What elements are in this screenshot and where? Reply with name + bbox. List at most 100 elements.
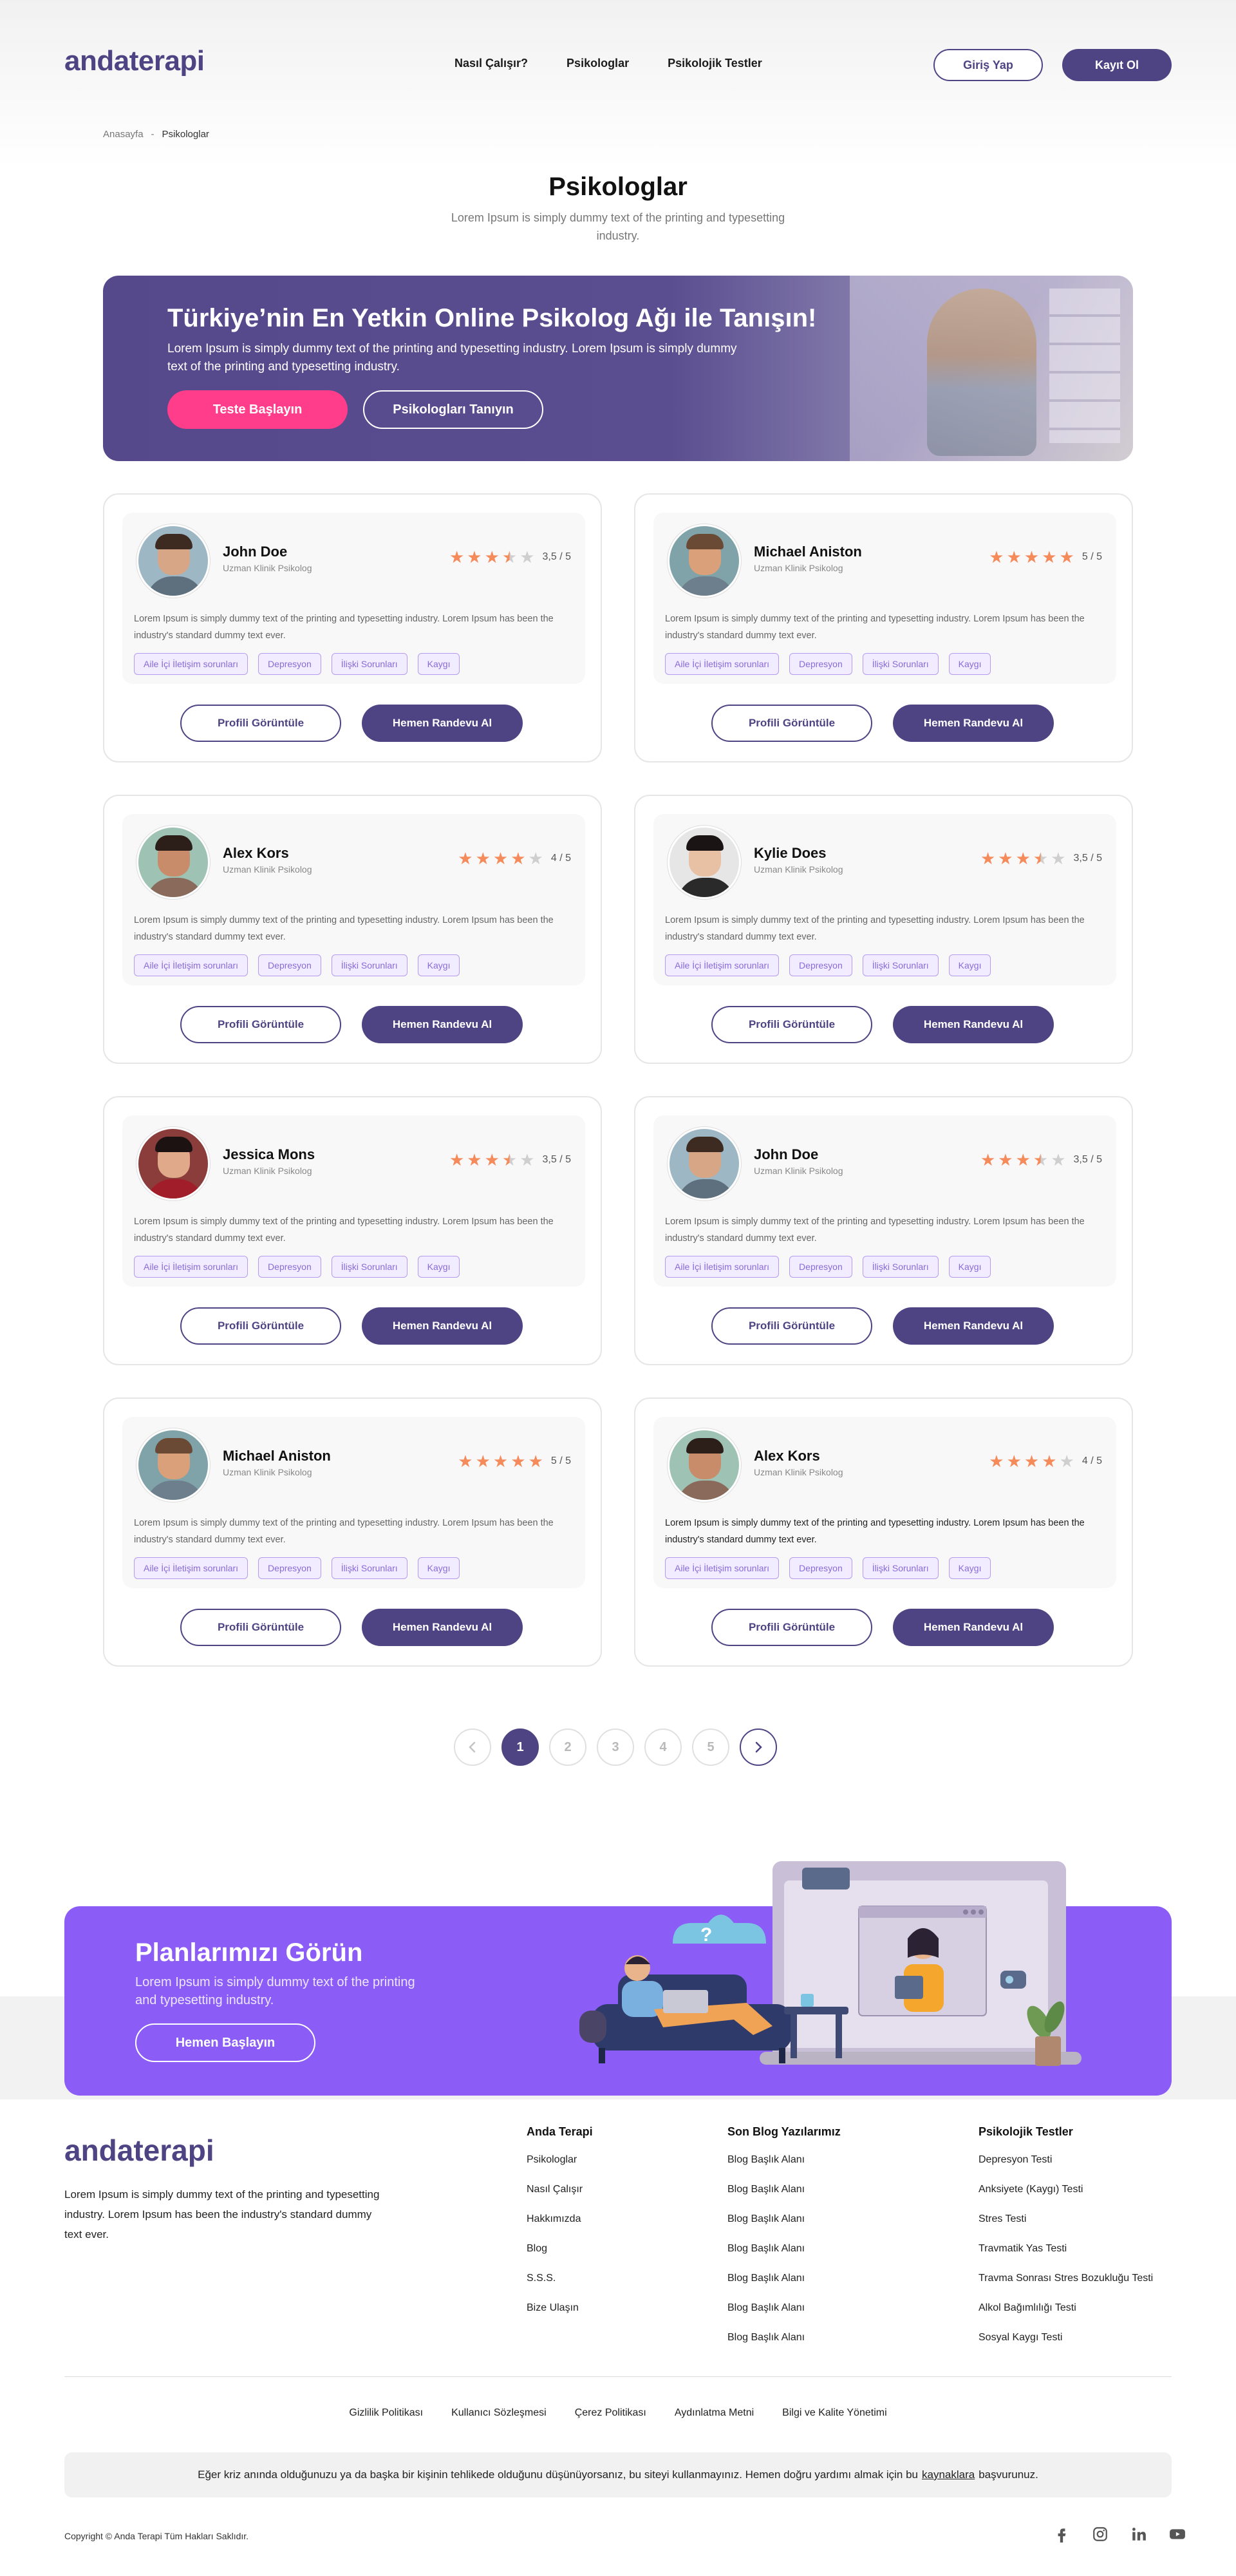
view-profile-button[interactable]: Profili Görüntüle xyxy=(711,705,872,742)
psychologist-name[interactable]: Jessica Mons xyxy=(223,1146,315,1163)
prev-page-button[interactable] xyxy=(454,1728,491,1766)
specialty-tag[interactable]: İlişki Sorunları xyxy=(862,1557,939,1579)
register-button[interactable]: Kayıt Ol xyxy=(1062,49,1172,81)
page-button-4[interactable]: 4 xyxy=(644,1728,682,1766)
view-profile-button[interactable]: Profili Görüntüle xyxy=(180,705,341,742)
view-profile-button[interactable]: Profili Görüntüle xyxy=(180,1307,341,1345)
psychologist-name[interactable]: Michael Aniston xyxy=(223,1448,331,1464)
specialty-tag[interactable]: Kaygı xyxy=(948,1557,991,1579)
specialty-tag[interactable]: Aile İçi İletişim sorunları xyxy=(665,1557,780,1579)
linkedin-icon[interactable] xyxy=(1129,2524,1148,2544)
footer-link[interactable]: Blog Başlık Alanı xyxy=(727,2184,841,2213)
start-test-button[interactable]: Teste Başlayın xyxy=(167,390,348,429)
specialty-tag[interactable]: Kaygı xyxy=(417,1256,460,1278)
footer-link[interactable]: Travma Sonrası Stres Bozukluğu Testi xyxy=(979,2273,1153,2302)
meet-psychologists-button[interactable]: Psikologları Tanıyın xyxy=(363,390,543,429)
view-profile-button[interactable]: Profili Görüntüle xyxy=(180,1006,341,1043)
specialty-tag[interactable]: Kaygı xyxy=(417,1557,460,1579)
privacy-policy-link[interactable]: Gizlilik Politikası xyxy=(349,2407,423,2419)
footer-link[interactable]: Nasıl Çalışır xyxy=(527,2184,593,2213)
specialty-tag[interactable]: İlişki Sorunları xyxy=(862,1256,939,1278)
specialty-tag[interactable]: İlişki Sorunları xyxy=(331,1256,407,1278)
specialty-tag[interactable]: Aile İçi İletişim sorunları xyxy=(134,1256,248,1278)
user-agreement-link[interactable]: Kullanıcı Sözleşmesi xyxy=(451,2407,547,2419)
specialty-tag[interactable]: Kaygı xyxy=(417,954,460,976)
nav-how-it-works[interactable]: Nasıl Çalışır? xyxy=(454,57,528,70)
quality-management-link[interactable]: Bilgi ve Kalite Yönetimi xyxy=(782,2407,886,2419)
youtube-icon[interactable] xyxy=(1168,2524,1187,2544)
specialty-tag[interactable]: Depresyon xyxy=(258,1256,321,1278)
footer-link[interactable]: Blog Başlık Alanı xyxy=(727,2273,841,2302)
psychologist-name[interactable]: John Doe xyxy=(223,544,287,560)
disclosure-text-link[interactable]: Aydınlatma Metni xyxy=(675,2407,754,2419)
nav-psychologists[interactable]: Psikologlar xyxy=(566,57,629,70)
footer-link[interactable]: Alkol Bağımlılığı Testi xyxy=(979,2302,1153,2332)
psychologist-name[interactable]: Alex Kors xyxy=(223,845,289,862)
footer-link[interactable]: Blog Başlık Alanı xyxy=(727,2243,841,2273)
view-profile-button[interactable]: Profili Görüntüle xyxy=(711,1307,872,1345)
get-started-button[interactable]: Hemen Başlayın xyxy=(135,2023,315,2062)
book-appointment-button[interactable]: Hemen Randevu Al xyxy=(362,1609,523,1646)
footer-link[interactable]: Bize Ulaşın xyxy=(527,2302,593,2332)
facebook-icon[interactable] xyxy=(1052,2524,1071,2544)
footer-link[interactable]: Sosyal Kaygı Testi xyxy=(979,2332,1153,2362)
specialty-tag[interactable]: İlişki Sorunları xyxy=(331,653,407,675)
breadcrumb-home[interactable]: Anasayfa xyxy=(103,129,144,140)
footer-link[interactable]: Blog xyxy=(527,2243,593,2273)
view-profile-button[interactable]: Profili Görüntüle xyxy=(711,1006,872,1043)
book-appointment-button[interactable]: Hemen Randevu Al xyxy=(893,1006,1054,1043)
page-button-1[interactable]: 1 xyxy=(501,1728,539,1766)
psychologist-name[interactable]: Kylie Does xyxy=(754,845,827,862)
view-profile-button[interactable]: Profili Görüntüle xyxy=(180,1609,341,1646)
page-button-3[interactable]: 3 xyxy=(597,1728,634,1766)
resources-link[interactable]: kaynaklara xyxy=(922,2468,975,2481)
book-appointment-button[interactable]: Hemen Randevu Al xyxy=(362,1006,523,1043)
specialty-tag[interactable]: Depresyon xyxy=(258,653,321,675)
book-appointment-button[interactable]: Hemen Randevu Al xyxy=(362,705,523,742)
book-appointment-button[interactable]: Hemen Randevu Al xyxy=(893,1609,1054,1646)
logo[interactable]: andaterapi xyxy=(64,45,205,77)
footer-link[interactable]: Blog Başlık Alanı xyxy=(727,2154,841,2184)
footer-link[interactable]: Psikologlar xyxy=(527,2154,593,2184)
book-appointment-button[interactable]: Hemen Randevu Al xyxy=(893,1307,1054,1345)
footer-link[interactable]: Blog Başlık Alanı xyxy=(727,2213,841,2243)
footer-link[interactable]: S.S.S. xyxy=(527,2273,593,2302)
view-profile-button[interactable]: Profili Görüntüle xyxy=(711,1609,872,1646)
cookie-policy-link[interactable]: Çerez Politikası xyxy=(575,2407,646,2419)
specialty-tag[interactable]: İlişki Sorunları xyxy=(862,954,939,976)
specialty-tag[interactable]: Kaygı xyxy=(948,1256,991,1278)
footer-link[interactable]: Hakkımızda xyxy=(527,2213,593,2243)
specialty-tag[interactable]: Depresyon xyxy=(258,1557,321,1579)
next-page-button[interactable] xyxy=(740,1728,777,1766)
specialty-tag[interactable]: Depresyon xyxy=(258,954,321,976)
footer-link[interactable]: Anksiyete (Kaygı) Testi xyxy=(979,2184,1153,2213)
book-appointment-button[interactable]: Hemen Randevu Al xyxy=(893,705,1054,742)
specialty-tag[interactable]: Depresyon xyxy=(789,653,852,675)
psychologist-name[interactable]: Alex Kors xyxy=(754,1448,820,1464)
specialty-tag[interactable]: Aile İçi İletişim sorunları xyxy=(134,1557,248,1579)
specialty-tag[interactable]: Aile İçi İletişim sorunları xyxy=(665,653,780,675)
specialty-tag[interactable]: İlişki Sorunları xyxy=(331,1557,407,1579)
specialty-tag[interactable]: İlişki Sorunları xyxy=(862,653,939,675)
specialty-tag[interactable]: Kaygı xyxy=(417,653,460,675)
footer-link[interactable]: Depresyon Testi xyxy=(979,2154,1153,2184)
specialty-tag[interactable]: Aile İçi İletişim sorunları xyxy=(134,653,248,675)
login-button[interactable]: Giriş Yap xyxy=(933,49,1043,81)
psychologist-name[interactable]: Michael Aniston xyxy=(754,544,862,560)
footer-link[interactable]: Blog Başlık Alanı xyxy=(727,2302,841,2332)
nav-psychological-tests[interactable]: Psikolojik Testler xyxy=(668,57,762,70)
psychologist-name[interactable]: John Doe xyxy=(754,1146,818,1163)
specialty-tag[interactable]: Aile İçi İletişim sorunları xyxy=(665,1256,780,1278)
specialty-tag[interactable]: Depresyon xyxy=(789,1557,852,1579)
specialty-tag[interactable]: Depresyon xyxy=(789,954,852,976)
specialty-tag[interactable]: Aile İçi İletişim sorunları xyxy=(665,954,780,976)
book-appointment-button[interactable]: Hemen Randevu Al xyxy=(362,1307,523,1345)
specialty-tag[interactable]: Kaygı xyxy=(948,954,991,976)
page-button-5[interactable]: 5 xyxy=(692,1728,729,1766)
footer-link[interactable]: Stres Testi xyxy=(979,2213,1153,2243)
specialty-tag[interactable]: İlişki Sorunları xyxy=(331,954,407,976)
instagram-icon[interactable] xyxy=(1091,2524,1110,2544)
page-button-2[interactable]: 2 xyxy=(549,1728,586,1766)
specialty-tag[interactable]: Kaygı xyxy=(948,653,991,675)
footer-link[interactable]: Blog Başlık Alanı xyxy=(727,2332,841,2362)
